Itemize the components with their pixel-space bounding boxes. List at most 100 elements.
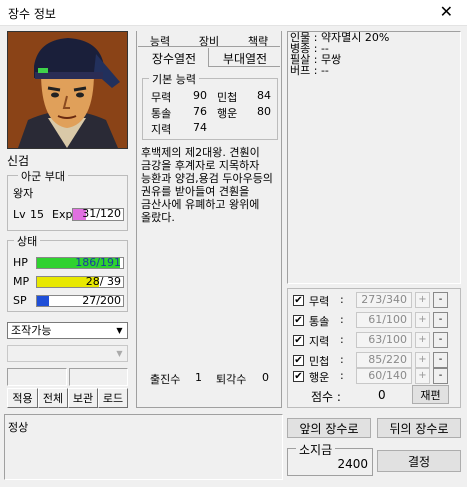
prev-general-button[interactable]: 앞의 장수로 [287, 418, 371, 438]
minus-button[interactable]: - [433, 368, 448, 384]
alloc-value: 273/340 [356, 292, 412, 308]
plus-button[interactable]: + [415, 292, 430, 308]
decide-button[interactable]: 결정 [377, 450, 461, 472]
gold-value: 2400 [337, 457, 368, 471]
stat-k2-1: 행운 [217, 107, 238, 120]
sp-value: 27/200 [82, 294, 121, 307]
gold-label: 소지금 [296, 441, 336, 458]
stat-k2-0: 민첩 [217, 91, 238, 104]
unit-label: 아군 부대 [18, 168, 68, 184]
tab-general-bio[interactable]: 장수열전 [140, 50, 208, 67]
stat-v1-1: 76 [193, 105, 207, 118]
window-title: 장수 정보 [8, 7, 56, 21]
retreats-value: 0 [262, 371, 269, 384]
title-bar: 장수 정보 ✕ [0, 0, 467, 26]
alloc-label: 지력 [309, 335, 330, 348]
mp-bar: 28/ 39 [36, 275, 124, 288]
stat-k1-0: 무력 [151, 91, 172, 104]
alloc-label: 통솔 [309, 315, 330, 328]
alloc-colon: : [340, 353, 344, 366]
checkbox-str[interactable]: ✔ [293, 295, 304, 306]
tab-divider [138, 46, 280, 47]
points-label: 점수 : [311, 390, 341, 404]
level-label: Lv [13, 208, 26, 221]
hp-value: 186/191 [75, 256, 121, 269]
sp-label: SP [13, 294, 27, 307]
alloc-colon: : [340, 293, 344, 306]
chevron-down-icon[interactable]: ▼ [113, 324, 126, 337]
checkbox-lead[interactable]: ✔ [293, 315, 304, 326]
stat-v1-0: 90 [193, 89, 207, 102]
plus-button[interactable]: + [415, 368, 430, 384]
alloc-colon: : [340, 369, 344, 382]
alloc-label: 무력 [309, 295, 330, 308]
sp-fill [37, 296, 49, 306]
blank-field-right [69, 368, 128, 386]
alloc-label: 행운 [309, 371, 330, 384]
general-name: 신검 [7, 154, 30, 168]
minus-button[interactable]: - [433, 312, 448, 328]
basic-ability-label: 기본 능력 [149, 71, 199, 87]
unit-group: 아군 부대 왕자 Lv 15 Exp 31/120 [7, 168, 128, 231]
checkbox-agi[interactable]: ✔ [293, 355, 304, 366]
next-general-button[interactable]: 뒤의 장수로 [377, 418, 461, 438]
exp-bar: 31/120 [72, 207, 124, 221]
plus-button[interactable]: + [415, 312, 430, 328]
basic-ability-group: 기본 능력 무력 90 민첩 84 통솔 76 행운 80 지력 74 [142, 71, 278, 140]
sorties-label: 출진수 [150, 373, 181, 386]
stat-v2-0: 84 [257, 89, 271, 102]
biography-text: 후백제의 제2대왕. 견훤이 금강을 후계자로 지목하자 능환과 양검,용검 두… [141, 146, 273, 224]
minus-button[interactable]: - [433, 352, 448, 368]
hp-label: HP [13, 256, 28, 269]
stat-k1-2: 지력 [151, 123, 172, 136]
blank-field-left [7, 368, 67, 386]
plus-button[interactable]: + [415, 332, 430, 348]
status-group: 상태 HP 186/191 MP 28/ 39 SP 27/200 [7, 233, 128, 312]
store-button[interactable]: 보관 [68, 388, 98, 408]
status-text: 정상 [8, 421, 29, 434]
exp-label: Exp [52, 208, 73, 221]
all-button[interactable]: 전체 [38, 388, 68, 408]
mp-value: 28/ 39 [85, 275, 121, 288]
stat-v1-2: 74 [193, 121, 207, 134]
level-value: 15 [30, 208, 44, 221]
apply-button[interactable]: 적용 [7, 388, 38, 408]
alloc-value: 85/220 [356, 352, 412, 368]
reroll-button[interactable]: 재편 [412, 385, 449, 404]
traits-panel: 인물 : 약자멸시 20% 병종 : -- 필살 : 무쌍 버프 : -- [287, 31, 461, 284]
minus-button[interactable]: - [433, 292, 448, 308]
checkbox-int[interactable]: ✔ [293, 335, 304, 346]
stat-v2-1: 80 [257, 105, 271, 118]
alloc-value: 63/100 [356, 332, 412, 348]
rank-text: 왕자 [13, 187, 34, 200]
stat-k1-1: 통솔 [151, 107, 172, 120]
alloc-label: 민첩 [309, 355, 330, 368]
sp-bar: 27/200 [36, 294, 124, 307]
control-selected: 조작가능 [11, 324, 52, 337]
chevron-down-icon[interactable]: ▼ [113, 347, 126, 360]
mp-label: MP [13, 275, 30, 288]
portrait-image [8, 32, 127, 148]
alloc-value: 61/100 [356, 312, 412, 328]
second-select[interactable]: ▼ [7, 345, 128, 362]
trait-line: 버프 : -- [290, 64, 329, 77]
load-button[interactable]: 로드 [98, 388, 128, 408]
checkbox-luck[interactable]: ✔ [293, 371, 304, 382]
hp-bar: 186/191 [36, 256, 124, 269]
points-value: 0 [378, 388, 386, 402]
alloc-value: 60/140 [356, 368, 412, 384]
tab-underline [208, 66, 280, 67]
close-icon[interactable]: ✕ [440, 2, 453, 21]
tab-unit-bio[interactable]: 부대열전 [212, 50, 278, 67]
control-select[interactable]: 조작가능 ▼ [7, 322, 128, 339]
alloc-colon: : [340, 333, 344, 346]
minus-button[interactable]: - [433, 332, 448, 348]
gold-group: 소지금 2400 [287, 441, 373, 476]
sorties-value: 1 [195, 371, 202, 384]
plus-button[interactable]: + [415, 352, 430, 368]
status-text-panel: 정상 [4, 414, 283, 480]
retreats-label: 퇴각수 [216, 373, 247, 386]
status-label: 상태 [14, 233, 41, 249]
exp-value: 31/120 [82, 207, 121, 220]
alloc-colon: : [340, 313, 344, 326]
